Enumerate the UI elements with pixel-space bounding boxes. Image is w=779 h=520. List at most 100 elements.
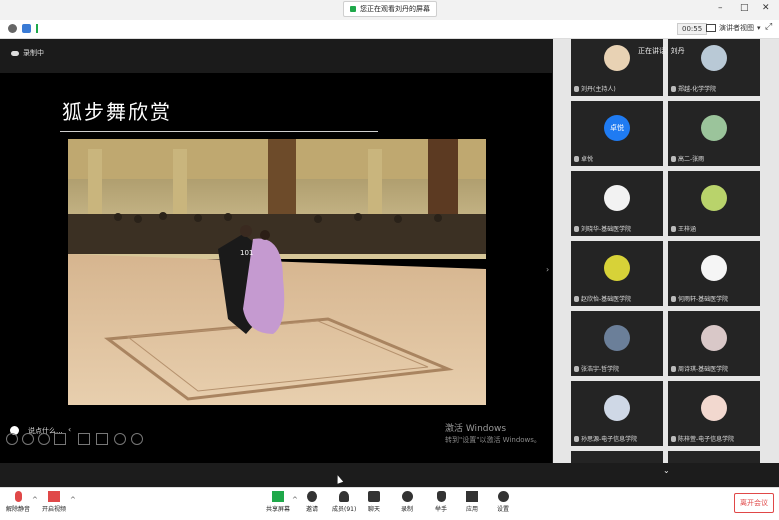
shape-tool-icon[interactable]: [54, 433, 66, 445]
avatar-initials: 卓悦: [610, 124, 624, 132]
participant-tile[interactable]: [668, 451, 760, 463]
participant-name: 刘晓华-基础医学院: [581, 226, 632, 233]
scroll-down-icon[interactable]: ⌄: [663, 466, 670, 475]
mic-off-icon: [671, 365, 676, 372]
participant-tile[interactable]: 孙思源-电子信息学院: [571, 381, 663, 446]
apps-grid-icon: [466, 491, 478, 502]
participant-name: 张浩宇-哲学院: [581, 366, 620, 373]
participant-tile[interactable]: [571, 451, 663, 463]
fullscreen-icon[interactable]: ⤢: [765, 22, 772, 32]
status-bar: 00:55 演讲者视图 ▾ ⤢: [0, 20, 779, 39]
slide-title: 狐步舞欣赏: [62, 100, 172, 124]
invite-button[interactable]: 邀请: [306, 491, 318, 513]
members-icon: [339, 491, 350, 502]
participant-avatar: 卓悦: [604, 115, 630, 141]
share-status-pill[interactable]: 您正在观看刘丹的屏幕: [343, 1, 437, 17]
apps-label: 应用: [466, 506, 479, 513]
view-switch-button[interactable]: 演讲者视图 ▾: [706, 23, 761, 33]
participant-name-row: 赵欣怡-基础医学院: [574, 294, 631, 303]
members-label: 成员(91): [332, 506, 357, 513]
hand-icon: [436, 491, 446, 502]
participant-name-row: 孙思源-电子信息学院: [574, 434, 637, 443]
participant-tile[interactable]: 赵欣怡-基础医学院: [571, 241, 663, 306]
members-button[interactable]: 成员(91): [332, 491, 356, 513]
participant-tile[interactable]: 周诗琪-基础医学院: [668, 311, 760, 376]
participant-avatar: [604, 325, 630, 351]
share-screen-label: 共享屏幕: [266, 506, 291, 513]
start-video-label: 开启视频: [42, 506, 67, 513]
start-video-button[interactable]: 开启视频: [42, 491, 66, 513]
mic-off-icon: [671, 295, 676, 302]
participant-name: 孙思源-电子信息学院: [581, 436, 638, 443]
mic-off-icon: [671, 155, 676, 162]
participant-tile[interactable]: 陈梓萱-电子信息学院: [668, 381, 760, 446]
competitor-number: 101: [240, 249, 253, 257]
participant-tile[interactable]: 卓悦 卓悦: [571, 101, 663, 166]
marker-tool-icon[interactable]: [38, 433, 50, 445]
annotation-toolbar: 说点什么... ‹: [0, 424, 150, 454]
participant-tile[interactable]: 何雨轩-基础医学院: [668, 241, 760, 306]
share-options-chevron-icon[interactable]: ^: [292, 496, 298, 504]
activation-watermark-title: 激活 Windows: [445, 424, 507, 434]
info-icon[interactable]: [8, 24, 17, 33]
participant-name: 何雨轩-基础医学院: [678, 296, 729, 303]
recording-label: 录制中: [23, 49, 44, 57]
record-label: 录制: [401, 506, 414, 513]
settings-button[interactable]: 设置: [497, 491, 509, 513]
unmute-button[interactable]: 解除静音: [6, 491, 30, 513]
participant-avatar: [701, 255, 727, 281]
signal-icon[interactable]: [36, 24, 47, 33]
settings-label: 设置: [497, 506, 510, 513]
text-tool-icon[interactable]: [78, 433, 90, 445]
participant-name: 陈梓萱-电子信息学院: [678, 436, 735, 443]
participant-avatar: [604, 185, 630, 211]
pointer-tool-icon[interactable]: [6, 433, 18, 445]
participant-name-row: 卓悦: [574, 154, 593, 163]
active-speaker-label: 正在讲话: 刘丹: [638, 47, 685, 55]
raise-hand-button[interactable]: 举手: [435, 491, 447, 513]
audio-options-chevron-icon[interactable]: ^: [32, 496, 38, 504]
minimize-button[interactable]: –: [718, 3, 723, 13]
participant-tile[interactable]: 高二-张雨: [668, 101, 760, 166]
apps-button[interactable]: 应用: [466, 491, 478, 513]
participant-name-row: 高二-张雨: [671, 154, 704, 163]
share-status-text: 您正在观看刘丹的屏幕: [360, 5, 430, 13]
participant-avatar: [604, 45, 630, 71]
chat-label: 聊天: [368, 506, 381, 513]
more-tool-icon[interactable]: [131, 433, 143, 445]
record-icon: [401, 491, 413, 502]
collapse-toolbar-icon[interactable]: ‹: [68, 425, 71, 434]
recording-status: 录制中: [11, 48, 44, 58]
comment-tool-icon[interactable]: [96, 433, 108, 445]
grid-icon: [706, 24, 716, 32]
participant-tile[interactable]: 刘晓华-基础医学院: [571, 171, 663, 236]
pen-tool-icon[interactable]: [22, 433, 34, 445]
slide-next-icon[interactable]: ›: [546, 265, 549, 274]
participant-tile[interactable]: 张浩宇-哲学院: [571, 311, 663, 376]
maximize-button[interactable]: □: [740, 3, 749, 13]
participant-gallery: 刘丹(主持人) 郑越-化学学院 卓悦 卓悦 高二-张雨 刘晓华-基础医学院 王梓涵 赵欣怡-基…: [553, 39, 779, 463]
share-indicator-icon: [350, 6, 356, 12]
participant-avatar: [604, 255, 630, 281]
mic-off-icon: [574, 155, 579, 162]
record-button[interactable]: 录制: [401, 491, 413, 513]
participant-avatar: [701, 115, 727, 141]
slide-header: 录制中: [0, 39, 552, 73]
participant-tile[interactable]: 王梓涵: [668, 171, 760, 236]
close-button[interactable]: ✕: [762, 3, 770, 13]
participant-name: 郑越-化学学院: [678, 86, 717, 93]
mic-off-icon: [671, 435, 676, 442]
participant-name: 刘丹(主持人): [581, 86, 616, 93]
shield-icon[interactable]: [22, 24, 31, 33]
dance-video: 101: [68, 139, 486, 405]
participant-avatar: [701, 395, 727, 421]
mic-off-icon: [574, 225, 579, 232]
chat-button[interactable]: 聊天: [368, 491, 380, 513]
mic-off-icon: [574, 295, 579, 302]
video-options-chevron-icon[interactable]: ^: [70, 496, 76, 504]
leave-meeting-button[interactable]: 离开会议: [734, 493, 774, 513]
share-screen-button[interactable]: 共享屏幕: [266, 491, 290, 513]
participant-avatar: [604, 395, 630, 421]
eraser-tool-icon[interactable]: [114, 433, 126, 445]
raise-hand-label: 举手: [435, 506, 448, 513]
